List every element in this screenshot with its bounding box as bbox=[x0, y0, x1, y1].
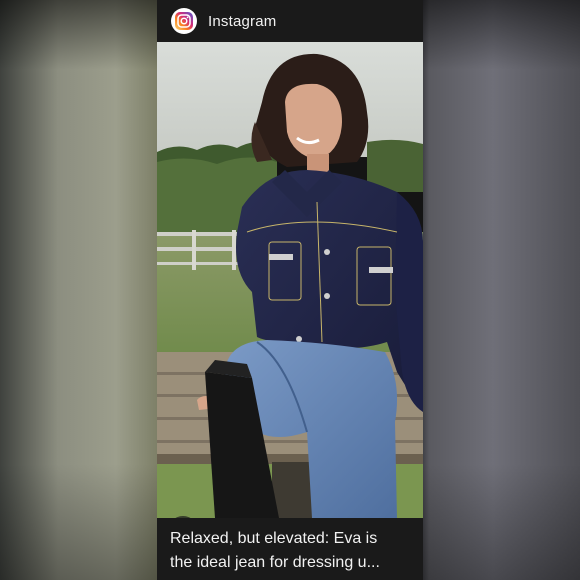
source-header[interactable]: Instagram bbox=[157, 0, 423, 42]
instagram-logo-icon bbox=[171, 8, 197, 34]
result-card[interactable]: Instagram Relaxed, but elevated: Eva is … bbox=[157, 0, 423, 580]
caption-title-line-1: Relaxed, but elevated: Eva is bbox=[170, 530, 378, 547]
caption-title[interactable]: Relaxed, but elevated: Eva is the ideal … bbox=[170, 527, 414, 575]
caption-panel[interactable]: Relaxed, but elevated: Eva is the ideal … bbox=[157, 518, 423, 580]
caption-title-line-2: the ideal jean for dressing u... bbox=[170, 554, 380, 571]
page: Instagram Relaxed, but elevated: Eva is … bbox=[0, 0, 580, 580]
main-photo[interactable] bbox=[157, 42, 423, 518]
source-name: Instagram bbox=[208, 12, 277, 30]
